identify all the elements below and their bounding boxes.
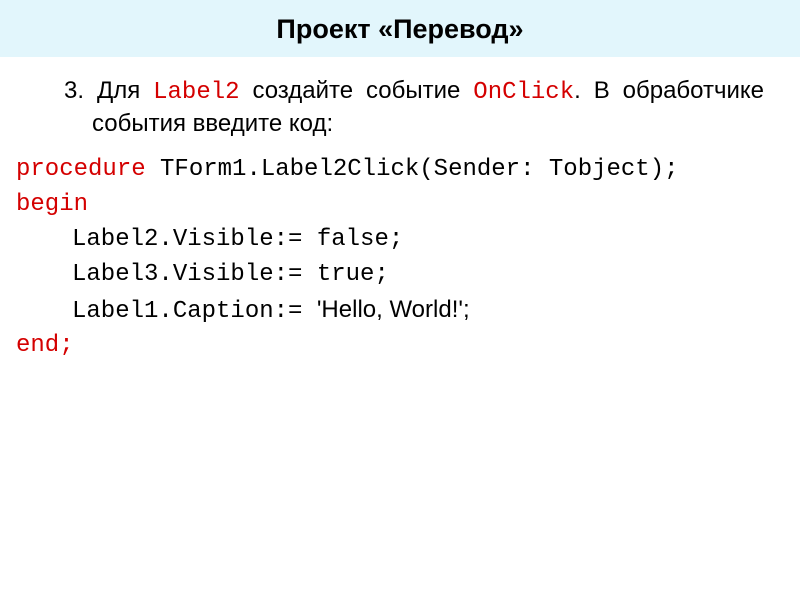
code-line: Label1.Caption:= 'Hello, World!'; <box>16 298 470 325</box>
code-ref-label2: Label2 <box>153 79 239 106</box>
text-fragment: Для <box>97 77 153 104</box>
code-block: procedure TForm1.Label2Click(Sender: Tob… <box>16 153 764 364</box>
code-ref-onclick: OnClick <box>473 79 574 106</box>
list-number: 3. <box>64 77 84 104</box>
slide-title: Проект «Перевод» <box>0 0 800 57</box>
code-keyword: procedure <box>16 156 146 183</box>
code-line: Label2.Visible:= false; <box>16 226 403 253</box>
text-fragment: создайте событие <box>240 77 474 104</box>
code-text: TForm1.Label2Click(Sender: Tobject); <box>146 156 679 183</box>
code-text: Label1.Caption:= <box>72 298 317 325</box>
code-keyword: begin <box>16 191 88 218</box>
slide: Проект «Перевод» 3. Для Label2 создайте … <box>0 0 800 600</box>
code-string: 'Hello, World!'; <box>317 296 470 323</box>
code-keyword: end; <box>16 332 74 359</box>
slide-body: 3. Для Label2 создайте событие OnClick. … <box>0 57 800 364</box>
instruction-text: 3. Для Label2 создайте событие OnClick. … <box>92 75 764 139</box>
code-line: Label3.Visible:= true; <box>16 261 389 288</box>
